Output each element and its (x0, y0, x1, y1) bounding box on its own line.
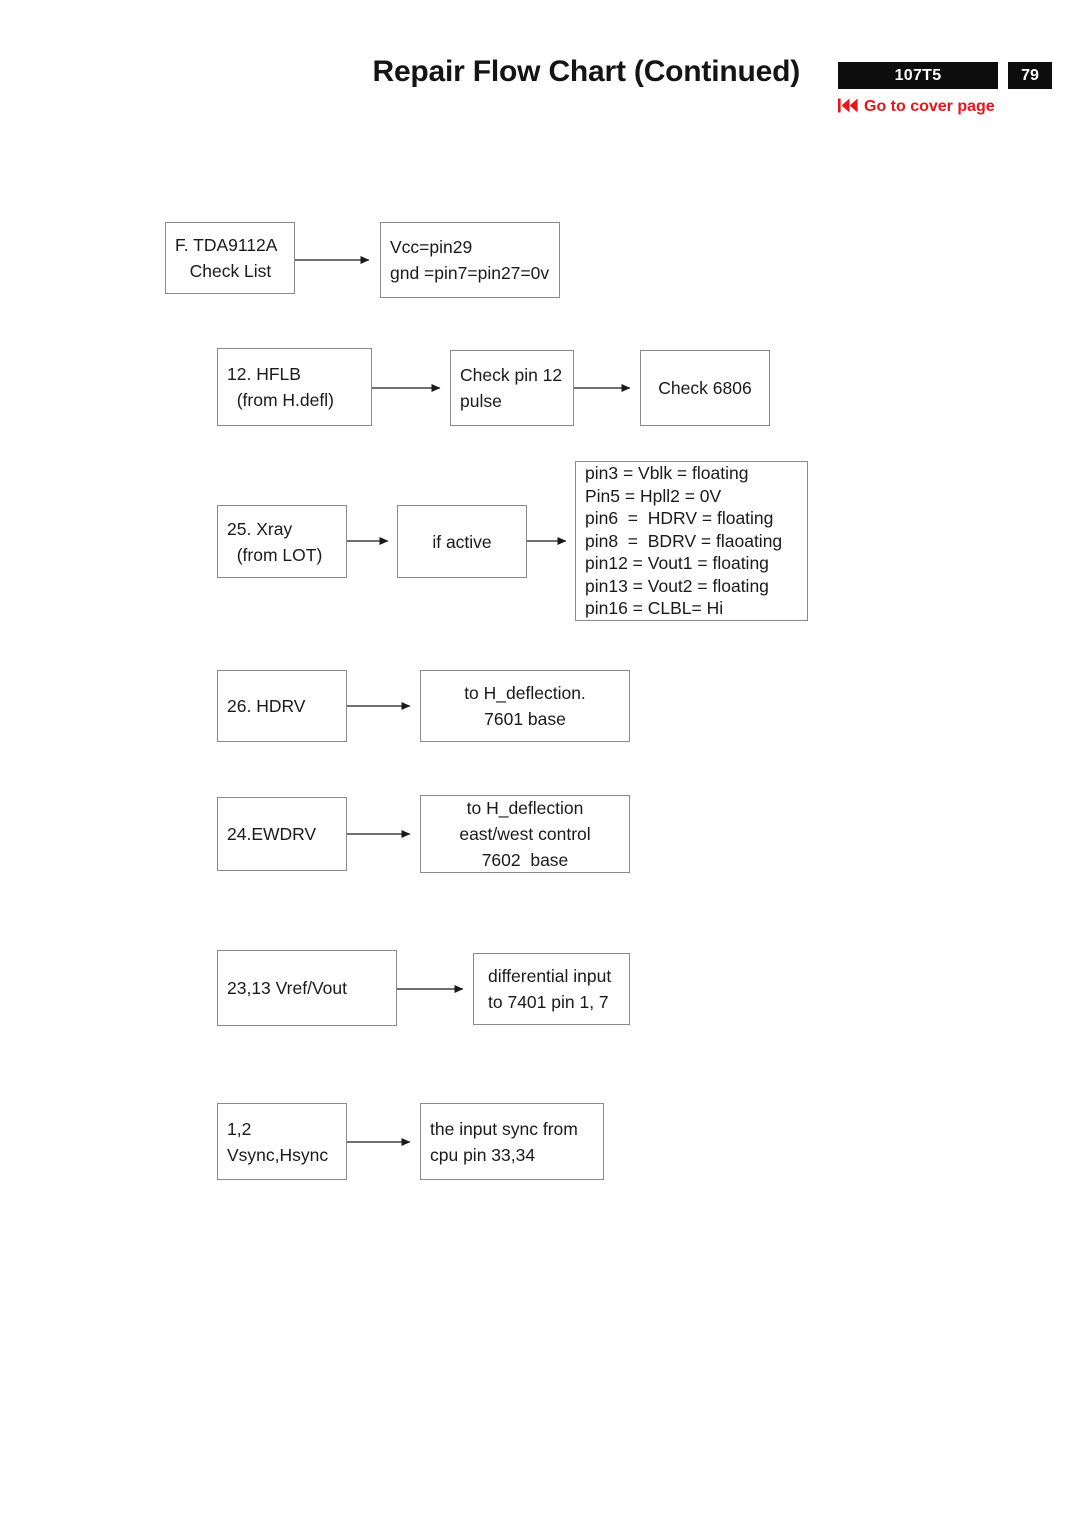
node-vcc-gnd: Vcc=pin29 gnd =pin7=pin27=0v (380, 222, 560, 298)
node-line: cpu pin 33,34 (430, 1144, 536, 1165)
node-line: to H_deflection (466, 798, 584, 818)
node-check-6806: Check 6806 (640, 350, 770, 426)
node-line: 23,13 Vref/Vout (227, 978, 347, 998)
node-hdeflection-7601: to H_deflection. 7601 base (420, 670, 630, 742)
node-hdeflection-ew-7602: to H_deflection east/west control 7602 b… (420, 795, 630, 873)
node-line: pin16 = CLBL= Hi (585, 598, 724, 619)
node-line: if active (432, 531, 492, 552)
node-line: Pin5 = Hpll2 = 0V (585, 485, 722, 506)
node-line: to H_deflection. (464, 683, 586, 703)
repair-flow-chart: F. TDA9112A Check List Vcc=pin29 gnd =pi… (0, 0, 1080, 1525)
node-line: Vcc=pin29 (390, 237, 473, 257)
node-line: (from LOT) (227, 544, 323, 565)
node-line: Vsync,Hsync (227, 1144, 329, 1165)
node-line: pin3 = Vblk = floating (585, 462, 749, 483)
node-check-pin12-pulse: Check pin 12 pulse (450, 350, 574, 426)
node-xray: 25. Xray (from LOT) (217, 505, 347, 578)
node-line: pin6 = HDRV = floating (585, 508, 774, 529)
node-line: 12. HFLB (227, 364, 301, 384)
node-ewdrv: 24.EWDRV (217, 797, 347, 871)
node-line: 1,2 (227, 1118, 252, 1139)
node-line: Check pin 12 (460, 365, 563, 385)
node-if-active: if active (397, 505, 527, 578)
node-line: to 7401 pin 1, 7 (488, 992, 609, 1012)
node-line: 26. HDRV (227, 696, 306, 716)
node-input-sync-cpu: the input sync from cpu pin 33,34 (420, 1103, 604, 1180)
node-line: 25. Xray (227, 518, 293, 539)
node-line: pin13 = Vout2 = floating (585, 575, 769, 596)
node-tda9112a-check-list: F. TDA9112A Check List (165, 222, 295, 294)
node-line: east/west control (459, 824, 591, 844)
node-line: pulse (460, 391, 502, 411)
node-line: differential input (488, 966, 612, 986)
node-line: (from H.defl) (227, 390, 334, 410)
node-line: F. TDA9112A (175, 235, 278, 255)
node-line: pin8 = BDRV = flaoating (585, 530, 783, 551)
node-vsync-hsync: 1,2 Vsync,Hsync (217, 1103, 347, 1180)
node-line: Check List (175, 261, 272, 281)
node-line: gnd =pin7=pin27=0v (390, 263, 550, 283)
node-pin-states: pin3 = Vblk = floating Pin5 = Hpll2 = 0V… (575, 461, 808, 621)
node-differential-input-7401: differential input to 7401 pin 1, 7 (473, 953, 630, 1025)
node-vref-vout: 23,13 Vref/Vout (217, 950, 397, 1026)
node-line: pin12 = Vout1 = floating (585, 553, 769, 574)
node-line: 7602 base (481, 850, 569, 870)
node-hflb: 12. HFLB (from H.defl) (217, 348, 372, 426)
node-hdrv: 26. HDRV (217, 670, 347, 742)
node-line: 24.EWDRV (227, 824, 317, 844)
node-line: 7601 base (484, 709, 566, 729)
node-line: Check 6806 (658, 378, 752, 398)
node-line: the input sync from (430, 1118, 578, 1139)
